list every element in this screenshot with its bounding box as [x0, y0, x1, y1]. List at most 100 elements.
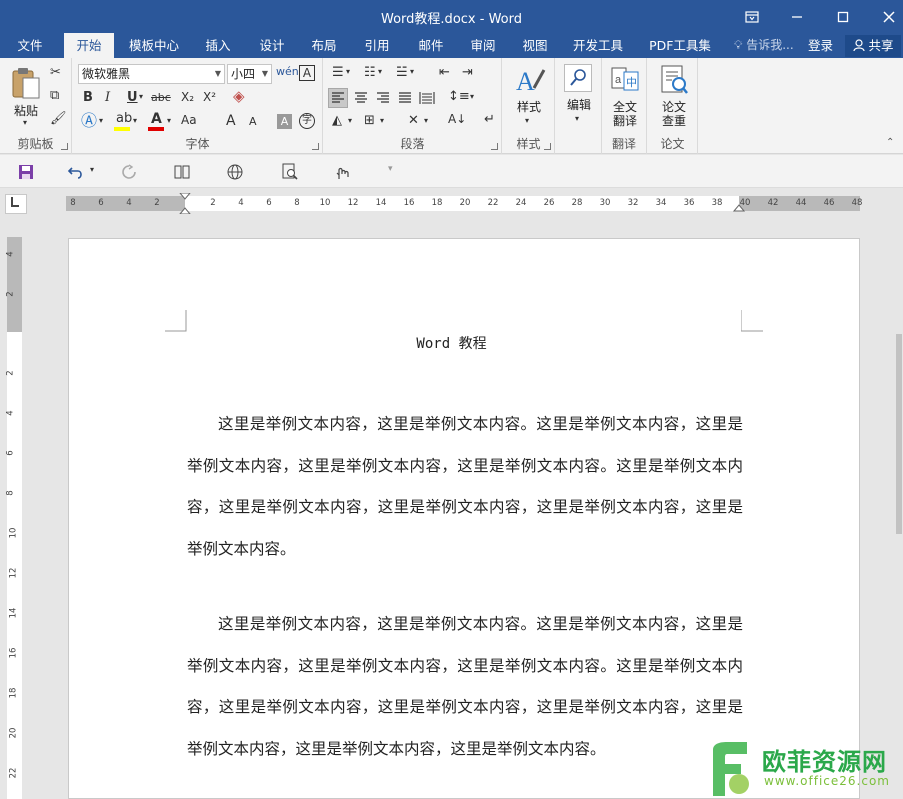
tab-selector[interactable]: [5, 194, 27, 214]
tab-design[interactable]: 设计: [250, 33, 294, 58]
ribbon-display-options-button[interactable]: [729, 0, 775, 33]
cut-icon[interactable]: ✂: [50, 66, 61, 79]
chevron-down-icon[interactable]: ▾: [99, 117, 103, 125]
chevron-down-icon[interactable]: ▾: [348, 117, 352, 125]
reading-mode-icon[interactable]: [173, 164, 191, 180]
change-case-button[interactable]: Aa: [181, 114, 197, 126]
font-color-button[interactable]: A: [147, 112, 165, 132]
format-painter-icon[interactable]: 🖌︎: [50, 112, 67, 125]
chinese-layout-icon[interactable]: ✕: [408, 114, 419, 127]
bullets-icon[interactable]: ☰: [332, 66, 344, 79]
vertical-scrollbar[interactable]: [895, 214, 903, 799]
chevron-down-icon[interactable]: ▾: [380, 117, 384, 125]
minimize-button[interactable]: [774, 0, 820, 33]
borders-icon[interactable]: ⊞: [364, 114, 375, 127]
person-icon: [852, 39, 865, 52]
svg-text:a: a: [615, 74, 622, 86]
align-center-icon[interactable]: [352, 89, 370, 107]
character-shading-icon[interactable]: A: [277, 114, 292, 129]
styles-button[interactable]: A 样式 ▾: [509, 62, 549, 128]
chevron-down-icon[interactable]: ▾: [90, 166, 94, 174]
paper-check-button[interactable]: 论文 查重: [654, 62, 694, 128]
chevron-down-icon[interactable]: ▾: [410, 68, 414, 76]
tab-references[interactable]: 引用: [355, 33, 399, 58]
close-button[interactable]: [866, 0, 903, 33]
decrease-indent-icon[interactable]: ⇤: [439, 66, 450, 79]
tab-file[interactable]: 文件: [6, 33, 54, 58]
chevron-down-icon[interactable]: ▾: [346, 68, 350, 76]
phonetic-guide-icon[interactable]: wén: [276, 66, 299, 77]
chevron-down-icon[interactable]: ▾: [167, 117, 171, 125]
subscript-button[interactable]: X₂: [181, 91, 194, 103]
redo-icon[interactable]: [121, 164, 137, 180]
underline-button[interactable]: U: [127, 91, 138, 104]
tab-developer[interactable]: 开发工具: [566, 33, 630, 58]
clipboard-dialog-launcher[interactable]: [61, 143, 68, 150]
full-text-translate-button[interactable]: a 中 全文 翻译: [606, 62, 644, 128]
vertical-ruler[interactable]: 4 2 2 4 6 8 10 12 14 16 18 20 22: [6, 237, 22, 799]
chevron-down-icon[interactable]: ▾: [470, 93, 474, 101]
tab-view[interactable]: 视图: [513, 33, 557, 58]
highlighter-icon: ab: [116, 111, 133, 126]
shading-icon[interactable]: ◭: [332, 114, 342, 127]
ruler-tick: 10: [319, 198, 331, 208]
print-preview-icon[interactable]: [281, 163, 299, 181]
tab-mailings[interactable]: 邮件: [409, 33, 453, 58]
numbering-icon[interactable]: ☷: [364, 66, 376, 79]
document-paragraph[interactable]: 这里是举例文本内容，这里是举例文本内容。这里是举例文本内容，这里是举例文本内容，…: [187, 404, 743, 570]
font-name-select[interactable]: 微软雅黑 ▼: [78, 64, 225, 84]
close-icon: [883, 10, 895, 23]
chevron-down-icon[interactable]: ▾: [139, 93, 143, 101]
customize-qat-icon[interactable]: ▾: [388, 165, 393, 174]
enclose-characters-icon[interactable]: 字: [299, 113, 315, 129]
show-marks-icon[interactable]: ↵: [484, 113, 495, 126]
align-right-icon[interactable]: [374, 89, 392, 107]
tab-pdf-tools[interactable]: PDF工具集: [640, 33, 720, 58]
align-left-button[interactable]: [328, 88, 348, 108]
increase-indent-icon[interactable]: ⇥: [462, 66, 473, 79]
maximize-button[interactable]: [820, 0, 866, 33]
tab-insert[interactable]: 插入: [196, 33, 240, 58]
share-button[interactable]: 共享: [845, 35, 901, 57]
line-spacing-icon[interactable]: ↕≡: [448, 90, 470, 103]
text-effects-icon[interactable]: Ⓐ: [81, 113, 97, 129]
horizontal-ruler[interactable]: 8 6 4 2 2 4 6 8 10 12 14 16 18 20 22 24 26 28 30 32 34 36 38 40…: [66, 193, 862, 219]
chevron-down-icon[interactable]: ▾: [133, 117, 137, 125]
sort-icon[interactable]: A↓: [448, 113, 466, 125]
save-icon[interactable]: [18, 164, 34, 180]
grow-font-button[interactable]: A: [226, 114, 236, 128]
web-layout-icon[interactable]: [226, 163, 244, 181]
paragraph-dialog-launcher[interactable]: [491, 143, 498, 150]
sign-in-link[interactable]: 登录: [808, 33, 833, 58]
undo-icon[interactable]: [67, 164, 85, 180]
strikethrough-button[interactable]: abc: [151, 92, 171, 103]
shrink-font-button[interactable]: A: [249, 116, 257, 127]
editing-button[interactable]: 编辑 ▾: [560, 62, 598, 128]
multilevel-list-icon[interactable]: ☱: [396, 66, 408, 79]
document-paragraph[interactable]: 这里是举例文本内容，这里是举例文本内容。这里是举例文本内容，这里是举例文本内容，…: [187, 604, 743, 770]
touch-mode-icon[interactable]: [333, 163, 351, 181]
font-size-select[interactable]: 小四 ▼: [227, 64, 272, 84]
chevron-down-icon[interactable]: ▾: [378, 68, 382, 76]
collapse-ribbon-icon[interactable]: ⌃: [886, 138, 894, 148]
document-title[interactable]: Word 教程: [0, 333, 903, 353]
scrollbar-thumb[interactable]: [896, 334, 902, 534]
character-border-icon[interactable]: A: [299, 65, 315, 81]
clear-formatting-icon[interactable]: ◈: [233, 89, 245, 104]
paste-button[interactable]: 粘贴 ▾: [8, 64, 44, 127]
tab-layout[interactable]: 布局: [302, 33, 346, 58]
superscript-button[interactable]: X²: [203, 91, 216, 103]
italic-button[interactable]: I: [105, 91, 110, 104]
copy-icon[interactable]: ⧉: [50, 89, 59, 102]
justify-icon[interactable]: [396, 89, 414, 107]
font-dialog-launcher[interactable]: [312, 143, 319, 150]
distributed-icon[interactable]: [418, 89, 436, 107]
highlight-color-button[interactable]: ab: [113, 111, 133, 132]
bold-button[interactable]: B: [83, 91, 93, 104]
chevron-down-icon[interactable]: ▾: [424, 117, 428, 125]
tab-template-center[interactable]: 模板中心: [122, 33, 186, 58]
tab-review[interactable]: 审阅: [461, 33, 505, 58]
tell-me-search[interactable]: 💡︎ 告诉我...: [734, 33, 794, 58]
tab-home[interactable]: 开始: [64, 33, 114, 58]
styles-dialog-launcher[interactable]: [544, 143, 551, 150]
